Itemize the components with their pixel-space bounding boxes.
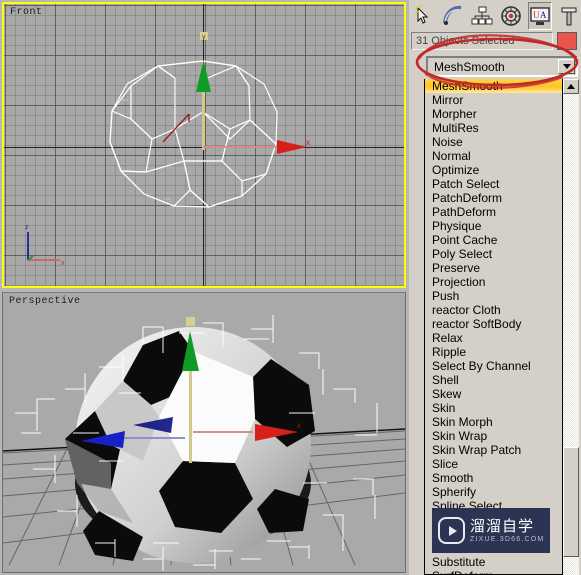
modifier-list-item[interactable]: Noise <box>425 135 562 149</box>
object-name-row: 31 Objects Selected <box>411 32 579 52</box>
command-panel: U A 31 Objects Selected MeshSmooth MeshS… <box>409 0 581 575</box>
modifier-list-item[interactable]: reactor SoftBody <box>425 317 562 331</box>
modifier-list-item[interactable]: Patch Select <box>425 177 562 191</box>
modifier-list-item[interactable]: Physique <box>425 219 562 233</box>
modifier-list-item[interactable]: MeshSmooth <box>425 79 562 93</box>
viewport-area: y x z x Front x Perspective <box>0 0 409 575</box>
scrollbar-thumb[interactable] <box>563 447 579 557</box>
modifier-list-item[interactable]: SurfDeform <box>425 569 562 574</box>
modifier-list-item[interactable]: Slice <box>425 457 562 471</box>
svg-text:y: y <box>202 34 206 41</box>
modifier-list-item[interactable]: Normal <box>425 149 562 163</box>
modifier-list-item[interactable]: Skin Wrap Patch <box>425 443 562 457</box>
command-panel-toolbar: U A <box>409 0 581 31</box>
modifier-list-item[interactable]: PatchDeform <box>425 191 562 205</box>
watermark-en-text: ZIXUE.3D66.COM <box>470 535 545 543</box>
modifier-list-item[interactable]: Skin Morph <box>425 415 562 429</box>
modifier-list-item[interactable]: Skew <box>425 387 562 401</box>
svg-text:x: x <box>61 260 65 267</box>
select-and-link-icon[interactable] <box>441 1 465 30</box>
object-color-swatch[interactable] <box>557 32 577 50</box>
svg-text:A: A <box>540 10 547 20</box>
material-editor-icon[interactable] <box>499 1 523 30</box>
modifier-list-item[interactable]: Ripple <box>425 345 562 359</box>
render-scene-icon[interactable]: U A <box>528 1 552 30</box>
modifier-list-item[interactable]: Skin <box>425 401 562 415</box>
gizmo-x-axis[interactable]: x <box>203 136 315 158</box>
chevron-down-icon[interactable] <box>558 59 575 74</box>
modifier-list-combobox[interactable]: MeshSmooth <box>426 56 578 77</box>
modifier-list-scrollbar[interactable] <box>563 79 579 575</box>
modifier-list-item[interactable]: Optimize <box>425 163 562 177</box>
select-object-icon[interactable] <box>412 1 436 30</box>
modifier-dropdown-list[interactable]: MeshSmooth Mirror Morpher MultiRes Noise Norm… <box>424 79 563 575</box>
modifier-list-item[interactable]: Skin Wrap <box>425 429 562 443</box>
play-logo-icon <box>438 517 465 544</box>
gizmo-local-handle <box>162 113 190 143</box>
modifier-list-item[interactable]: Morpher <box>425 107 562 121</box>
gizmo-y-axis[interactable]: y <box>194 32 216 150</box>
svg-text:U: U <box>533 10 540 20</box>
modifier-list-selected-value: MeshSmooth <box>434 60 505 74</box>
viewport-perspective[interactable]: x z x y Perspective <box>2 292 406 573</box>
modifier-list-item[interactable]: PathDeform <box>425 205 562 219</box>
object-name-field[interactable]: 31 Objects Selected <box>411 32 553 50</box>
modifier-list-item[interactable]: Preserve <box>425 261 562 275</box>
modifier-list-item[interactable]: Projection <box>425 275 562 289</box>
modifier-list-item[interactable]: Select By Channel <box>425 359 562 373</box>
viewport-perspective-label: Perspective <box>9 296 81 307</box>
svg-text:x: x <box>306 138 310 147</box>
svg-text:z: z <box>25 224 29 231</box>
app-window: y x z x Front x Perspective U A 31 Objec… <box>0 0 581 575</box>
front-axis-tripod: z x <box>25 224 65 267</box>
modifier-list-item[interactable]: Mirror <box>425 93 562 107</box>
modifier-list-item[interactable]: Poly Select <box>425 247 562 261</box>
viewport-front[interactable]: y x z x Front <box>2 2 406 288</box>
modifier-list-item[interactable]: MultiRes <box>425 121 562 135</box>
modifier-list-item[interactable]: Shell <box>425 373 562 387</box>
modifier-list-item[interactable]: Push <box>425 289 562 303</box>
viewport-front-label: Front <box>10 7 43 18</box>
modifier-list-item[interactable]: Relax <box>425 331 562 345</box>
svg-text:x: x <box>297 421 301 430</box>
modifier-list-item[interactable]: Substitute <box>425 555 562 569</box>
watermark: 溜溜自学 ZIXUE.3D66.COM <box>432 508 550 553</box>
modifier-list-item[interactable]: Smooth <box>425 471 562 485</box>
schematic-view-icon[interactable] <box>470 1 494 30</box>
watermark-cn-text: 溜溜自学 <box>470 516 535 535</box>
perspective-scene: x <box>3 315 405 571</box>
scroll-up-button[interactable] <box>563 79 579 94</box>
modifier-list-item[interactable]: Spherify <box>425 485 562 499</box>
hammer-utilities-icon[interactable] <box>557 1 581 30</box>
modifier-list-item[interactable]: reactor Cloth <box>425 303 562 317</box>
modifier-list-item[interactable]: Point Cache <box>425 233 562 247</box>
